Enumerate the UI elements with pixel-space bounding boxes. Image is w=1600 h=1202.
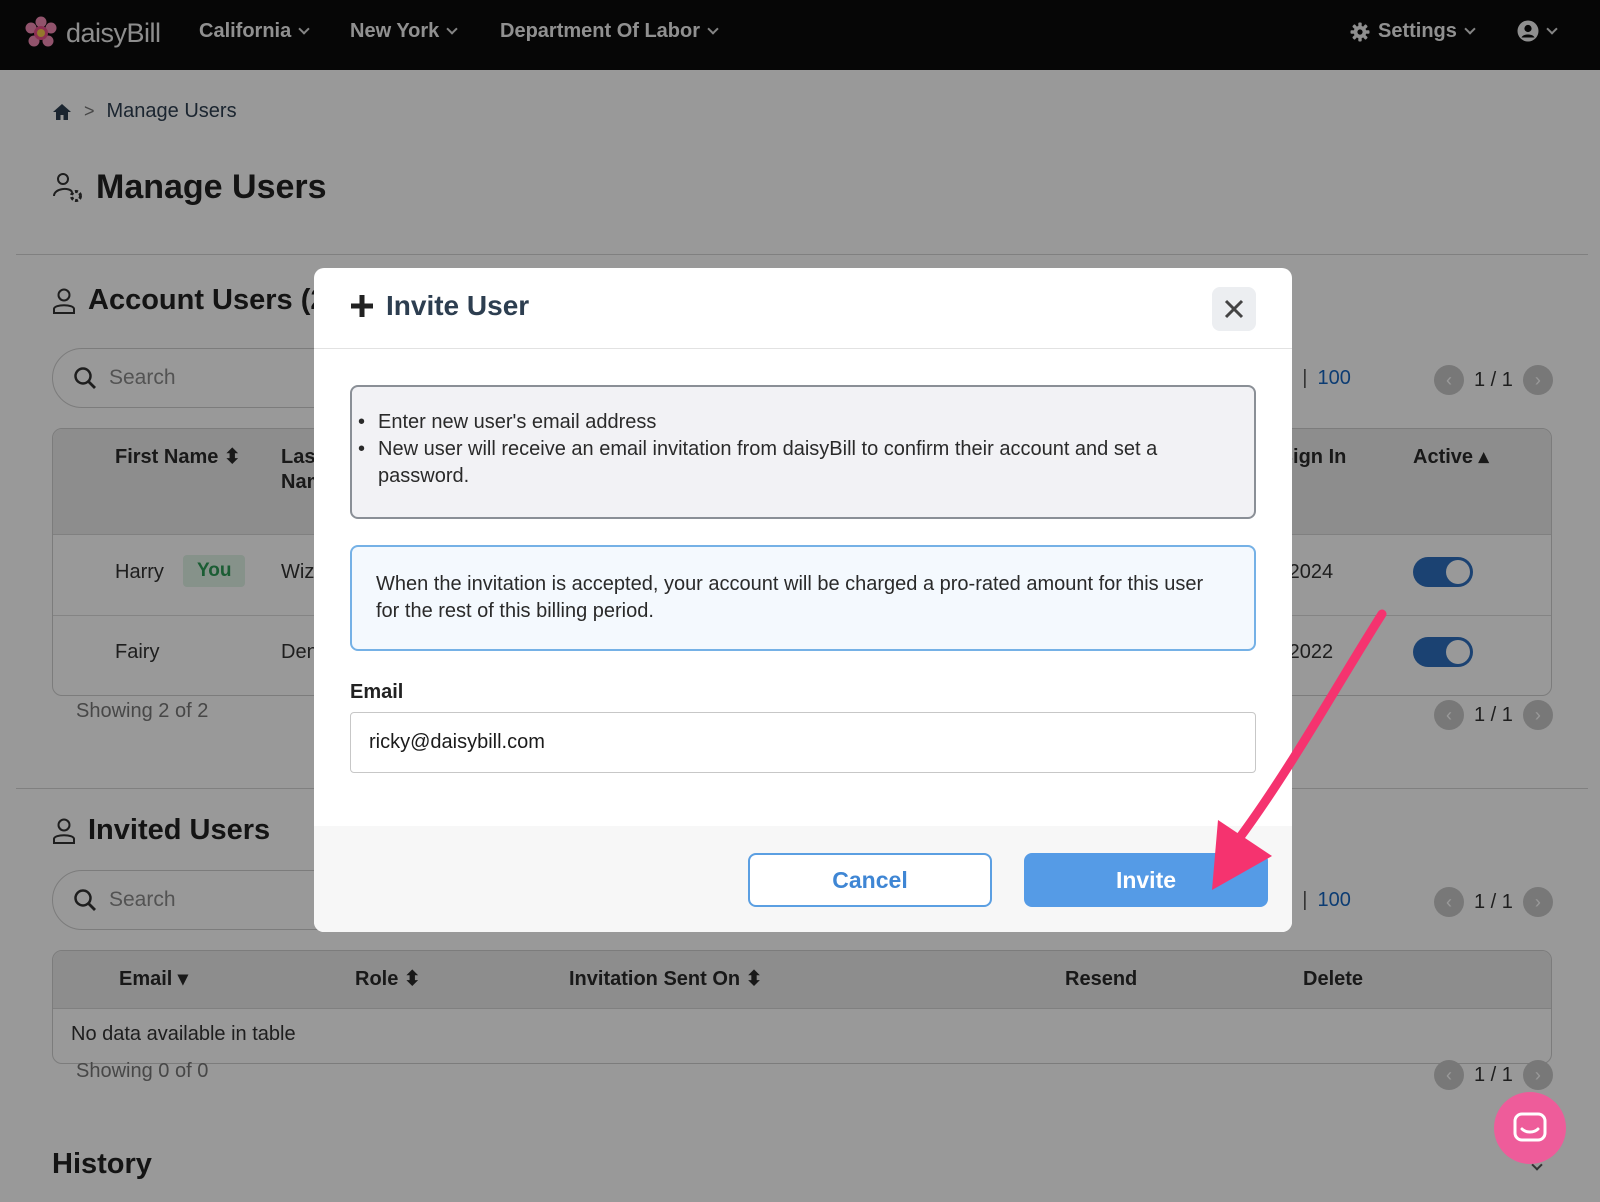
close-modal-button[interactable] xyxy=(1212,287,1256,331)
cancel-button[interactable]: Cancel xyxy=(748,853,992,907)
instruction-item: Enter new user's email address xyxy=(358,409,1230,436)
email-label: Email xyxy=(350,681,404,703)
modal-title-text: Invite User xyxy=(386,290,530,321)
chat-icon xyxy=(1513,1112,1547,1142)
invite-user-modal: Invite User Enter new user's email addre… xyxy=(314,268,1292,932)
modal-footer: Cancel Invite xyxy=(314,826,1292,932)
close-icon xyxy=(1224,299,1244,319)
billing-notice: When the invitation is accepted, your ac… xyxy=(350,545,1256,651)
chat-launcher-button[interactable] xyxy=(1494,1092,1566,1164)
modal-header: Invite User xyxy=(314,268,1292,349)
invite-button[interactable]: Invite xyxy=(1024,853,1268,907)
email-input[interactable] xyxy=(350,712,1256,773)
modal-title: Invite User xyxy=(350,290,529,322)
instructions-box: Enter new user's email address New user … xyxy=(350,385,1256,519)
plus-icon xyxy=(351,295,373,317)
instruction-item: New user will receive an email invitatio… xyxy=(358,436,1230,490)
